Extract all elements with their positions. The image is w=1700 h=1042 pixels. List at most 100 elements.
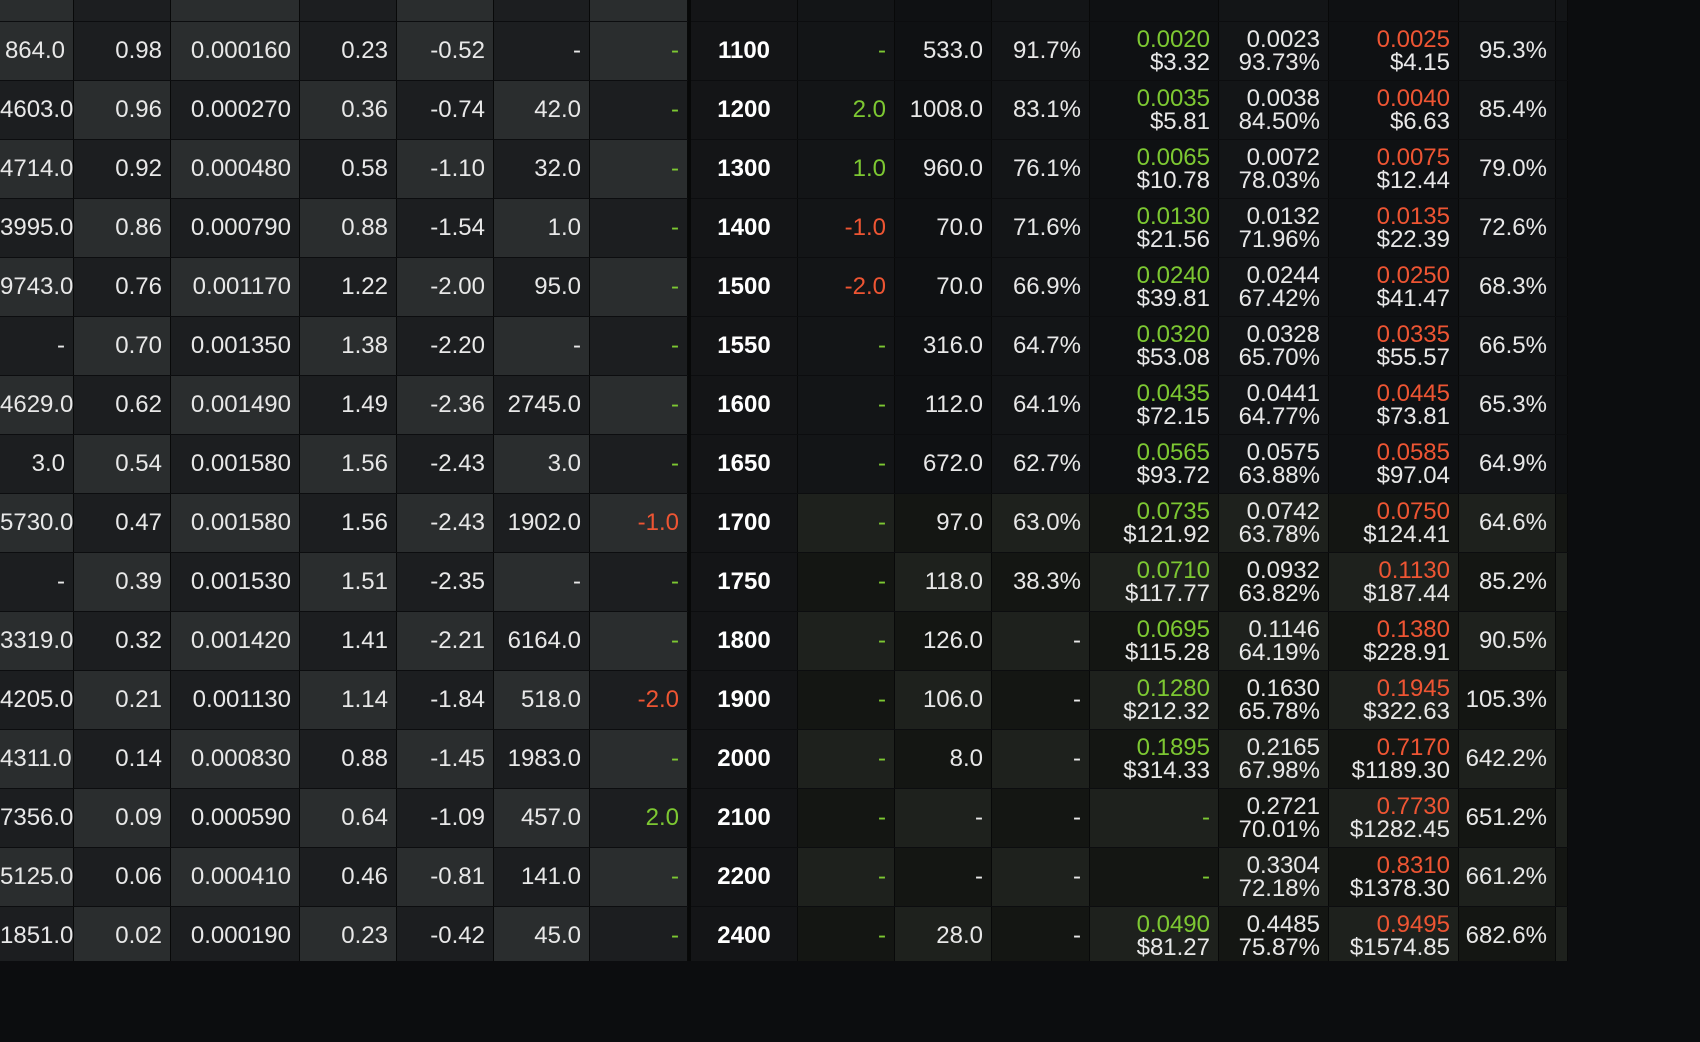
table-row[interactable]: 4603.0 0.96 0.000270 0.36 -0.74 42.0-1200 2.0 1… bbox=[0, 81, 1568, 139]
ask-iv: 64.9% bbox=[1459, 435, 1556, 493]
ask-price: 0.0025 bbox=[1376, 26, 1450, 53]
bid: 0.0320 $53.08 bbox=[1090, 317, 1219, 375]
bid: 0.0565 $93.72 bbox=[1090, 435, 1219, 493]
put-change: 2.0 bbox=[798, 81, 895, 139]
put-change: - bbox=[798, 376, 895, 434]
ask: 0.0750 $124.41 bbox=[1329, 494, 1459, 552]
call-vega: 0.23 bbox=[300, 907, 397, 961]
call-change: - bbox=[590, 612, 688, 670]
call-change: - bbox=[590, 81, 688, 139]
cell-edge bbox=[1556, 81, 1568, 139]
bid-sub: $115.28 bbox=[1125, 639, 1210, 666]
mark-sub: 67.42% bbox=[1238, 285, 1320, 312]
put-volume: 70.0 bbox=[895, 258, 992, 316]
table-row[interactable]: -0.70 0.001350 1.38 -2.20- -1550-316.0 64.7% 0… bbox=[0, 317, 1568, 375]
ask-price: 0.0585 bbox=[1376, 439, 1450, 466]
table-row[interactable]: 4714.0 0.92 0.000480 0.58 -1.10 32.0-1300 1.0 9… bbox=[0, 140, 1568, 198]
call-vega: 0.64 bbox=[300, 789, 397, 847]
strike-price: 1500 bbox=[691, 258, 798, 316]
ask-iv: 64.6% bbox=[1459, 494, 1556, 552]
call-volume: 45.0 bbox=[494, 907, 590, 961]
mark-sub: 70.01% bbox=[1238, 816, 1320, 843]
bid-price: 0.0020 bbox=[1136, 26, 1210, 53]
call-volume: 1983.0 bbox=[494, 730, 590, 788]
table-row-partial[interactable]: 1000 $1.66102.24%$2.49 bbox=[0, 0, 1568, 21]
table-row[interactable]: 3319.0 0.32 0.001420 1.41 -2.21 6164.0-1800-1… bbox=[0, 612, 1568, 670]
mark: 0.4485 75.87% bbox=[1219, 907, 1329, 961]
table-row[interactable]: 4629.0 0.62 0.001490 1.49 -2.36 2745.0-1600-1… bbox=[0, 376, 1568, 434]
bid-price: 0.1280 bbox=[1136, 675, 1210, 702]
call-change: 2.0 bbox=[590, 789, 688, 847]
mark: 0.0038 84.50% bbox=[1219, 81, 1329, 139]
mark: 0.2165 67.98% bbox=[1219, 730, 1329, 788]
call-open-interest: 5730.0 bbox=[0, 494, 74, 552]
ask: 0.0135 $22.39 bbox=[1329, 199, 1459, 257]
mark-price: 0.3304 bbox=[1246, 852, 1320, 879]
call-delta: 0.06 bbox=[74, 848, 171, 906]
call-theta: -2.43 bbox=[397, 435, 494, 493]
call-theta: -0.52 bbox=[397, 22, 494, 80]
bid-price: 0.0710 bbox=[1136, 557, 1210, 584]
mark: 0.0742 63.78% bbox=[1219, 494, 1329, 552]
table-row[interactable]: -0.39 0.001530 1.51 -2.35- -1750-118.0 38.3% 0… bbox=[0, 553, 1568, 611]
bid-price: 0.0065 bbox=[1136, 144, 1210, 171]
ask-iv: 66.5% bbox=[1459, 317, 1556, 375]
ask-sub: $4.15 bbox=[1389, 49, 1450, 76]
call-open-interest: 3995.0 bbox=[0, 199, 74, 257]
ask-sub: $73.81 bbox=[1376, 403, 1450, 430]
call-gamma: 0.001170 bbox=[171, 258, 300, 316]
ask-sub: $1282.45 bbox=[1349, 816, 1450, 843]
table-row[interactable]: 4311.0 0.14 0.000830 0.88 -1.45 1983.0-2000-8… bbox=[0, 730, 1568, 788]
put-iv: 62.7% bbox=[992, 435, 1090, 493]
ask-sub: $1574.85 bbox=[1349, 934, 1450, 961]
table-row[interactable]: 4205.0 0.21 0.001130 1.14 -1.84 518.0 -2.0 1900… bbox=[0, 671, 1568, 729]
call-delta: 0.96 bbox=[74, 81, 171, 139]
call-volume: 42.0 bbox=[494, 81, 590, 139]
table-row[interactable]: 3995.0 0.86 0.000790 0.88 -1.54 1.0-1400 -1.0 7… bbox=[0, 199, 1568, 257]
ask-sub: $322.63 bbox=[1363, 698, 1450, 725]
call-volume: 95.0 bbox=[494, 258, 590, 316]
bid: 0.0695 $115.28 bbox=[1090, 612, 1219, 670]
mark-price: 0.2165 bbox=[1246, 734, 1320, 761]
table-row[interactable]: 1851.0 0.02 0.000190 0.23 -0.42 45.0-2400-28.… bbox=[0, 907, 1568, 961]
call-vega: 0.36 bbox=[300, 81, 397, 139]
mark-price: 0.1146 bbox=[1248, 616, 1320, 643]
table-row[interactable]: 5125.0 0.06 0.000410 0.46 -0.81 141.0-2200- - -… bbox=[0, 848, 1568, 906]
table-row[interactable]: 5730.0 0.47 0.001580 1.56 -2.43 1902.0 -1.0 170… bbox=[0, 494, 1568, 552]
ask-sub: $55.57 bbox=[1376, 344, 1450, 371]
ask-iv: 90.5% bbox=[1459, 612, 1556, 670]
bid-price: 0.0735 bbox=[1136, 498, 1210, 525]
strike-price: 1200 bbox=[691, 81, 798, 139]
ask-sub: $22.39 bbox=[1376, 226, 1450, 253]
put-volume: 316.0 bbox=[895, 317, 992, 375]
table-row[interactable]: 3.0 0.54 0.001580 1.56 -2.43 3.0-1650-672.0 62… bbox=[0, 435, 1568, 493]
mark-sub: 93.73% bbox=[1238, 49, 1320, 76]
call-open-interest: 4311.0 bbox=[0, 730, 74, 788]
call-theta: -2.43 bbox=[397, 494, 494, 552]
put-change: - bbox=[798, 22, 895, 80]
put-change: - bbox=[798, 494, 895, 552]
call-open-interest: 5125.0 bbox=[0, 848, 74, 906]
call-gamma: 0.001420 bbox=[171, 612, 300, 670]
mark-price: 0.0132 bbox=[1246, 203, 1320, 230]
bid-sub: $212.32 bbox=[1123, 698, 1210, 725]
bid: 0.0065 $10.78 bbox=[1090, 140, 1219, 198]
ask-price: 0.0075 bbox=[1376, 144, 1450, 171]
cell-edge bbox=[1556, 848, 1568, 906]
bid-price: 0.0435 bbox=[1136, 380, 1210, 407]
put-volume: - bbox=[895, 848, 992, 906]
bid-sub: $39.81 bbox=[1136, 285, 1210, 312]
ask-price: 0.0250 bbox=[1376, 262, 1450, 289]
call-theta: -1.10 bbox=[397, 140, 494, 198]
bid-price: 0.0130 bbox=[1136, 203, 1210, 230]
call-theta: -0.42 bbox=[397, 907, 494, 961]
table-row[interactable]: 7356.0 0.09 0.000590 0.64 -1.09 457.0 2.0 2100-… bbox=[0, 789, 1568, 847]
table-row[interactable]: 9743.0 0.76 0.001170 1.22 -2.00 95.0-1500 -2.0… bbox=[0, 258, 1568, 316]
bid: 0.0240 $39.81 bbox=[1090, 258, 1219, 316]
call-gamma: 0.001530 bbox=[171, 553, 300, 611]
ask: 0.0335 $55.57 bbox=[1329, 317, 1459, 375]
table-row[interactable]: 864.0 0.98 0.000160 0.23 -0.52- -1100-533.0 91… bbox=[0, 22, 1568, 80]
ask: 0.1380 $228.91 bbox=[1329, 612, 1459, 670]
call-vega: 0.88 bbox=[300, 730, 397, 788]
ask: 0.0025 $4.15 bbox=[1329, 22, 1459, 80]
